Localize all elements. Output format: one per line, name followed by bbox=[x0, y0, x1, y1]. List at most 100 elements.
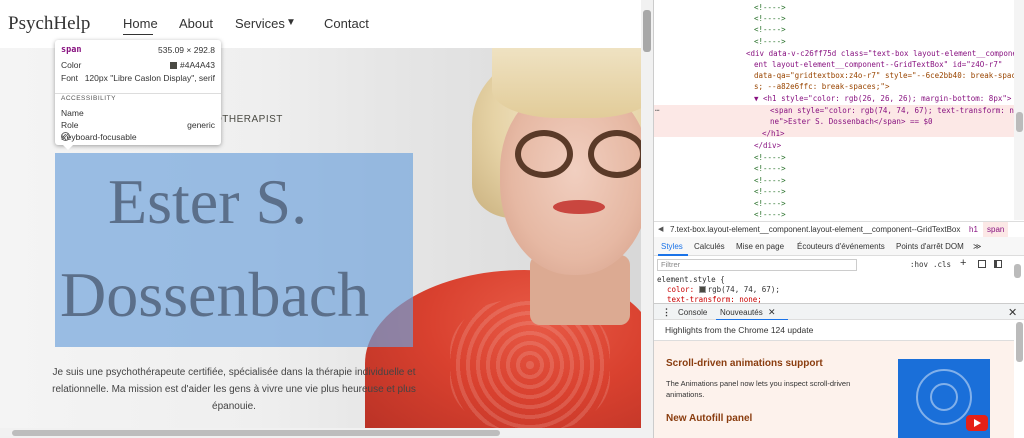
dom-comment[interactable]: <!----> bbox=[754, 37, 786, 47]
class-toggle[interactable]: .cls bbox=[933, 260, 951, 269]
not-allowed-icon bbox=[61, 132, 70, 141]
portrait-lips bbox=[553, 200, 605, 214]
tooltip-color-label: Color bbox=[61, 60, 82, 70]
dom-comment[interactable]: <!----> bbox=[754, 25, 786, 35]
hero-name-line-1: Ester S. bbox=[108, 166, 308, 237]
hero-intro-text: Je suis une psychothérapeute certifiée, … bbox=[52, 367, 416, 412]
nav-home-underline bbox=[123, 34, 153, 35]
whats-new-desc-1: The Animations panel now lets you inspec… bbox=[666, 379, 851, 399]
new-rule-icon[interactable]: + bbox=[960, 257, 966, 269]
portrait-glasses-right bbox=[588, 130, 641, 178]
dom-vertical-scroll-thumb[interactable] bbox=[1016, 112, 1023, 132]
dom-comment[interactable]: <!----> bbox=[754, 164, 786, 174]
dom-comment[interactable]: <!----> bbox=[754, 14, 786, 24]
color-swatch-icon bbox=[170, 62, 178, 69]
thumbnail-inner-ring-graphic bbox=[930, 383, 958, 411]
tooltip-divider bbox=[55, 93, 221, 94]
styles-tab-bar: Styles Calculés Mise en page Écouteurs d… bbox=[654, 237, 1024, 256]
tooltip-color-value: #4A4A43 bbox=[170, 60, 215, 70]
drawer-menu-icon[interactable]: ⋮ bbox=[662, 307, 671, 318]
site-logo[interactable]: PsychHelp bbox=[8, 13, 90, 35]
breadcrumb-span[interactable]: span bbox=[983, 222, 1009, 238]
close-tab-icon[interactable]: ✕ bbox=[768, 307, 776, 318]
dom-more-dots[interactable]: … bbox=[655, 104, 660, 113]
devtools-panel: <!----> <!----> <!----> <!----> <div dat… bbox=[653, 0, 1024, 438]
tooltip-accessibility-heading: ACCESSIBILITY bbox=[61, 95, 116, 102]
dom-breadcrumb: ◀ 7.text-box.layout-element__component.l… bbox=[654, 221, 1024, 238]
style-value-color[interactable]: rgb(74, 74, 67); bbox=[708, 285, 780, 294]
dom-vertical-scrollbar[interactable] bbox=[1014, 0, 1024, 220]
close-drawer-icon[interactable]: ✕ bbox=[1008, 306, 1017, 319]
dom-h1-close[interactable]: </h1> bbox=[762, 129, 785, 139]
toggle-sidebar-icon[interactable] bbox=[994, 260, 1002, 268]
page-vertical-scrollbar[interactable] bbox=[641, 0, 653, 428]
dom-span-line-1[interactable]: <span style="color: rgb(74, 74, 67); tex… bbox=[770, 106, 1014, 116]
tooltip-name-label: Name bbox=[61, 108, 84, 118]
tab-layout[interactable]: Mise en page bbox=[736, 242, 784, 251]
portrait-bangs bbox=[492, 48, 641, 118]
whats-new-scroll-thumb[interactable] bbox=[1016, 322, 1023, 362]
whats-new-title-1[interactable]: Scroll-driven animations support bbox=[666, 358, 823, 369]
dom-comment[interactable]: <!----> bbox=[754, 199, 786, 209]
whats-new-video-thumbnail[interactable] bbox=[898, 359, 990, 438]
dom-div-open-3[interactable]: data-qa="gridtextbox:z4o-r7" style="--6c… bbox=[754, 71, 1014, 81]
youtube-play-icon[interactable] bbox=[966, 415, 988, 431]
tab-styles[interactable]: Styles bbox=[661, 242, 683, 251]
styles-scroll-thumb[interactable] bbox=[1014, 264, 1021, 278]
dom-comment[interactable]: <!----> bbox=[754, 153, 786, 163]
whats-new-heading: Highlights from the Chrome 124 update bbox=[665, 325, 814, 335]
drawer-tab-whats-new[interactable]: Nouveautés bbox=[720, 308, 763, 317]
dom-div-open-1[interactable]: <div data-v-c26ff75d class="text-box lay… bbox=[746, 49, 1014, 59]
color-swatch-icon[interactable] bbox=[698, 286, 706, 293]
breadcrumb-path[interactable]: 7.text-box.layout-element__component.lay… bbox=[670, 225, 960, 234]
hover-state-toggle[interactable]: :hov bbox=[910, 260, 928, 269]
breadcrumb-h1[interactable]: h1 bbox=[969, 225, 978, 234]
styles-filter-input[interactable]: Filtrer bbox=[657, 259, 857, 271]
tooltip-size: 535.09 × 292.8 bbox=[158, 45, 215, 55]
tab-dom-breakpoints[interactable]: Points d'arrêt DOM bbox=[896, 242, 964, 251]
inspector-tooltip: span 535.09 × 292.8 Color #4A4A43 Font 1… bbox=[55, 40, 221, 145]
portrait-glasses-left bbox=[515, 130, 573, 178]
dom-comment[interactable]: <!----> bbox=[754, 3, 786, 13]
nav-home[interactable]: Home bbox=[123, 16, 158, 31]
tooltip-role-value: generic bbox=[187, 120, 215, 130]
hero-eyebrow: OTHERAPIST bbox=[214, 114, 283, 125]
elements-dom-tree[interactable]: <!----> <!----> <!----> <!----> <div dat… bbox=[654, 0, 1014, 220]
dom-comment[interactable]: <!----> bbox=[754, 176, 786, 186]
drawer-tab-bar: ⋮ Console Nouveautés ✕ ✕ bbox=[654, 303, 1024, 321]
dom-comment[interactable]: <!----> bbox=[754, 187, 786, 197]
tooltip-font-value: 120px "Libre Caslon Display", serif bbox=[84, 73, 215, 83]
dom-span-line-2[interactable]: ne">Ester S. Dossenbach</span> == $0 bbox=[770, 117, 933, 127]
style-rule-selector[interactable]: element.style { bbox=[657, 275, 725, 284]
nav-services[interactable]: Services bbox=[235, 16, 285, 31]
nav-about[interactable]: About bbox=[179, 16, 213, 31]
page-horizontal-scroll-thumb[interactable] bbox=[12, 430, 500, 436]
tooltip-tag: span bbox=[61, 45, 82, 55]
dom-div-open-4[interactable]: s; --a82e6ffc: break-spaces;"> bbox=[754, 82, 889, 92]
hero-name-line-2: Dossenbach bbox=[60, 259, 370, 330]
breadcrumb-back-icon[interactable]: ◀ bbox=[658, 225, 663, 233]
nav-contact[interactable]: Contact bbox=[324, 16, 369, 31]
dom-div-close[interactable]: </div> bbox=[754, 141, 781, 151]
whats-new-title-2[interactable]: New Autofill panel bbox=[666, 413, 752, 424]
styles-filter-bar: Filtrer :hov .cls + bbox=[654, 257, 1024, 273]
tab-styles-indicator bbox=[658, 254, 688, 256]
style-rule-color[interactable]: color: rgb(74, 74, 67); bbox=[667, 285, 780, 294]
style-prop-color[interactable]: color: bbox=[667, 285, 694, 294]
dom-comment[interactable]: <!----> bbox=[754, 210, 786, 220]
tooltip-role-label: Role bbox=[61, 120, 79, 130]
tooltip-color-hex: #4A4A43 bbox=[180, 60, 215, 70]
chevron-down-icon[interactable]: ▼ bbox=[286, 17, 296, 28]
tab-computed[interactable]: Calculés bbox=[694, 242, 725, 251]
drawer-tab-console[interactable]: Console bbox=[678, 308, 707, 317]
website-viewport: PsychHelp Home About Services ▼ Contact … bbox=[0, 0, 641, 428]
dom-div-open-2[interactable]: ent layout-element__component--GridTextB… bbox=[754, 60, 1002, 70]
dom-h1-open[interactable]: ▼ <h1 style="color: rgb(26, 26, 26); mar… bbox=[754, 94, 1011, 104]
more-tabs-icon[interactable]: ≫ bbox=[973, 242, 981, 251]
tab-event-listeners[interactable]: Écouteurs d'événements bbox=[797, 242, 885, 251]
page-vertical-scroll-thumb[interactable] bbox=[643, 10, 651, 52]
tooltip-font-label: Font bbox=[61, 73, 79, 83]
whats-new-panel: Highlights from the Chrome 124 update Sc… bbox=[654, 320, 1024, 438]
tooltip-arrow bbox=[62, 144, 74, 150]
computed-styles-icon[interactable] bbox=[978, 260, 986, 268]
